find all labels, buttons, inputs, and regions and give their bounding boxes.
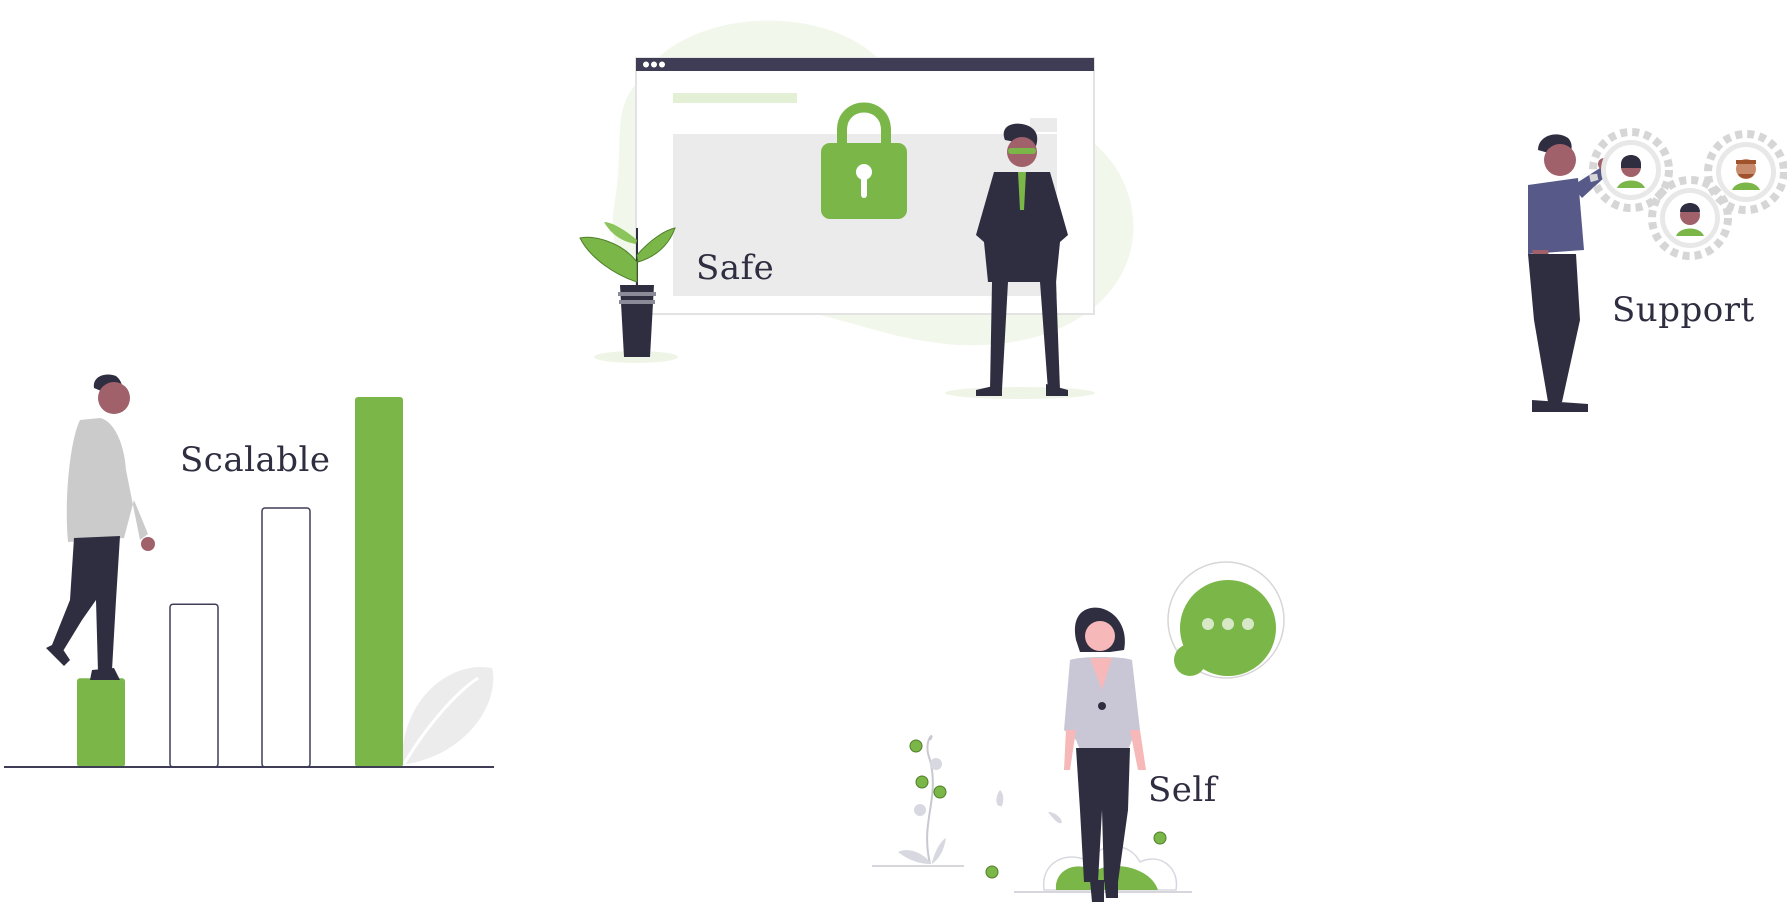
self-label: Self [1148, 770, 1217, 810]
illustration-stage: Safe Support Scalable Self [0, 0, 1787, 906]
chat-bubble-icon [1167, 561, 1285, 679]
self-illustration [872, 561, 1285, 902]
